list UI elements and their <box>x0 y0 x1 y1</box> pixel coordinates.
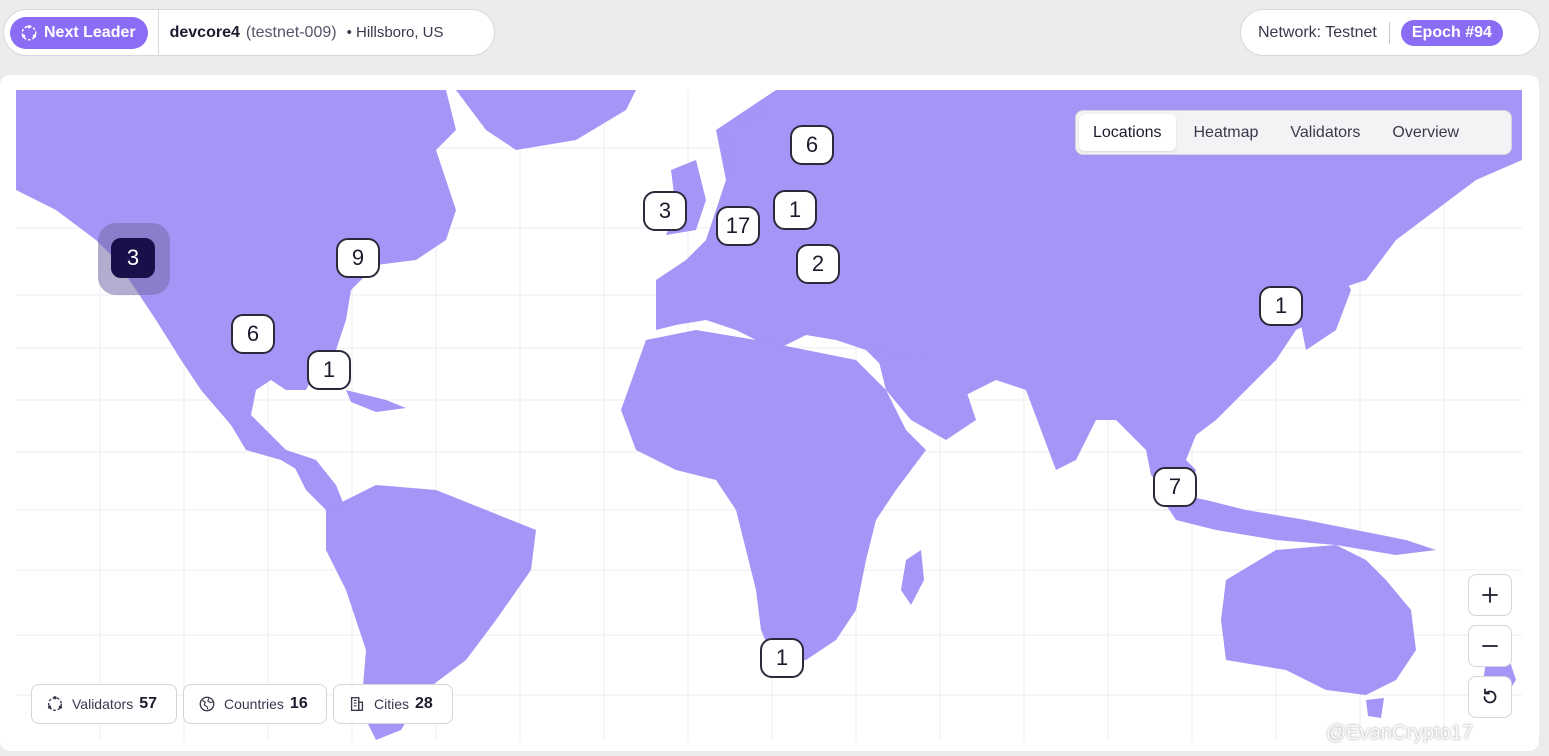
location-marker-uk[interactable]: 3 <box>643 191 687 231</box>
caribbean <box>346 390 406 412</box>
cities-stat: Cities 28 <box>333 684 453 724</box>
watermark: @EvanCrypto17 <box>1326 722 1473 745</box>
countries-stat-label: Countries <box>224 696 284 712</box>
network-pill: Network: Testnet Epoch #94 <box>1240 9 1540 56</box>
location-marker-central-europe[interactable]: 1 <box>773 190 817 230</box>
location-marker-japan[interactable]: 1 <box>1259 286 1303 326</box>
next-leader-pill: Next Leader devcore4 (testnet-009) • Hil… <box>3 9 495 56</box>
validators-stat-label: Validators <box>72 696 134 712</box>
location-marker-florida[interactable]: 1 <box>307 350 351 390</box>
tab-locations[interactable]: Locations <box>1079 114 1176 151</box>
location-marker-balkans[interactable]: 2 <box>796 244 840 284</box>
australia <box>1221 545 1416 695</box>
epoch-badge: Epoch #94 <box>1400 19 1503 46</box>
leader-name[interactable]: devcore4 <box>170 24 240 42</box>
minus-icon <box>1482 645 1498 647</box>
tab-validators[interactable]: Validators <box>1276 114 1374 151</box>
location-marker-south-africa[interactable]: 1 <box>760 638 804 678</box>
next-leader-label: Next Leader <box>44 23 136 41</box>
africa <box>621 330 926 665</box>
central-america <box>286 450 346 510</box>
greenland <box>456 90 636 150</box>
zoom-out-button[interactable] <box>1468 625 1512 667</box>
north-america <box>16 90 456 475</box>
building-icon <box>350 697 364 711</box>
madagascar <box>901 550 924 605</box>
validators-stat: Validators 57 <box>31 684 177 724</box>
reset-icon <box>1483 688 1497 704</box>
reset-view-button[interactable] <box>1468 676 1512 718</box>
tab-heatmap[interactable]: Heatmap <box>1180 114 1273 151</box>
network-nodes-icon <box>21 24 37 40</box>
network-label: Network: Testnet <box>1258 23 1377 41</box>
location-marker-singapore[interactable]: 7 <box>1153 467 1197 507</box>
location-marker-west-europe[interactable]: 17 <box>716 206 760 246</box>
tasmania <box>1366 698 1384 718</box>
network-nodes-icon <box>47 696 63 711</box>
location-marker-finland[interactable]: 6 <box>790 125 834 165</box>
validators-stat-value: 57 <box>139 695 158 712</box>
map-view-tabs: Locations Heatmap Validators Overview <box>1075 110 1512 155</box>
leader-location: • Hillsboro, US <box>346 24 444 41</box>
divider <box>157 9 159 56</box>
location-marker-south-central-us[interactable]: 6 <box>231 314 275 354</box>
indonesia <box>1156 490 1436 555</box>
cities-stat-label: Cities <box>374 696 410 712</box>
location-marker-north-east-us[interactable]: 9 <box>336 238 380 278</box>
countries-stat-value: 16 <box>289 695 308 712</box>
location-marker-hillsboro[interactable]: 3 <box>111 238 155 278</box>
next-leader-badge: Next Leader <box>10 16 148 49</box>
globe-icon <box>199 696 215 712</box>
cities-stat-value: 28 <box>415 695 433 712</box>
leader-id: (testnet-009) <box>245 23 337 41</box>
divider <box>1388 21 1390 44</box>
zoom-in-button[interactable] <box>1468 574 1512 616</box>
plus-icon <box>1482 587 1498 603</box>
countries-stat: Countries 16 <box>183 684 327 724</box>
tab-overview[interactable]: Overview <box>1378 114 1473 151</box>
watermark-text: @EvanCrypto17 <box>1326 722 1474 744</box>
